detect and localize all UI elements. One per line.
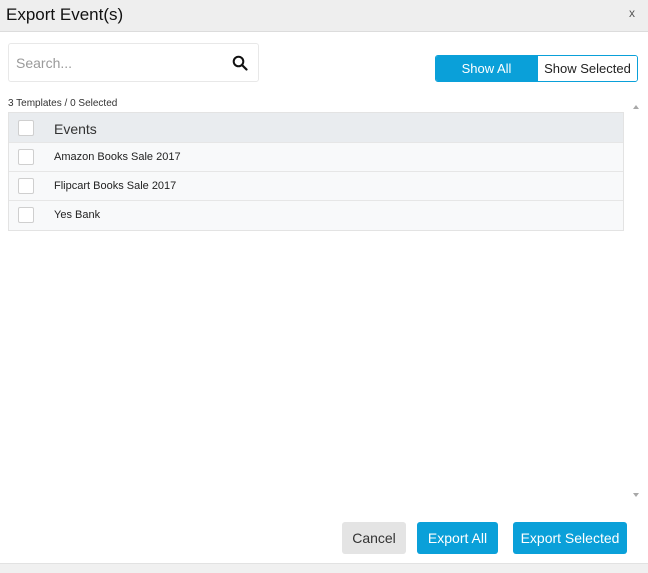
show-selected-button[interactable]: Show Selected: [537, 56, 637, 81]
export-all-button[interactable]: Export All: [417, 522, 498, 554]
table-row[interactable]: Yes Bank: [9, 201, 623, 230]
table-header-row: Events: [9, 113, 623, 143]
table-row[interactable]: Amazon Books Sale 2017: [9, 143, 623, 172]
view-toggle: Show All Show Selected: [435, 55, 638, 82]
select-all-checkbox[interactable]: [18, 120, 34, 136]
show-all-button[interactable]: Show All: [436, 56, 537, 81]
dialog-titlebar: Export Event(s) x: [0, 0, 648, 32]
scroll-up-arrow-icon[interactable]: [633, 105, 639, 109]
dialog-bottom-edge: [0, 563, 648, 573]
table-row[interactable]: Flipcart Books Sale 2017: [9, 172, 623, 201]
list-scrollbar[interactable]: [631, 103, 641, 499]
row-checkbox[interactable]: [18, 149, 34, 165]
search-box: [8, 43, 259, 82]
row-checkbox[interactable]: [18, 207, 34, 223]
dialog-title: Export Event(s): [6, 5, 124, 24]
cancel-button[interactable]: Cancel: [342, 522, 406, 554]
row-checkbox[interactable]: [18, 178, 34, 194]
event-name: Flipcart Books Sale 2017: [54, 180, 177, 192]
export-selected-button[interactable]: Export Selected: [513, 522, 627, 554]
search-input[interactable]: [9, 44, 224, 81]
scroll-down-arrow-icon[interactable]: [633, 493, 639, 497]
selection-summary: 3 Templates / 0 Selected: [8, 98, 118, 109]
export-events-dialog: Export Event(s) x Show All Show Selected…: [0, 0, 648, 573]
column-header-events: Events: [54, 121, 97, 137]
event-name: Yes Bank: [54, 209, 101, 221]
search-icon[interactable]: [232, 55, 248, 71]
close-button[interactable]: x: [629, 6, 635, 20]
events-table: Events Amazon Books Sale 2017 Flipcart B…: [8, 112, 624, 231]
event-name: Amazon Books Sale 2017: [54, 151, 181, 163]
